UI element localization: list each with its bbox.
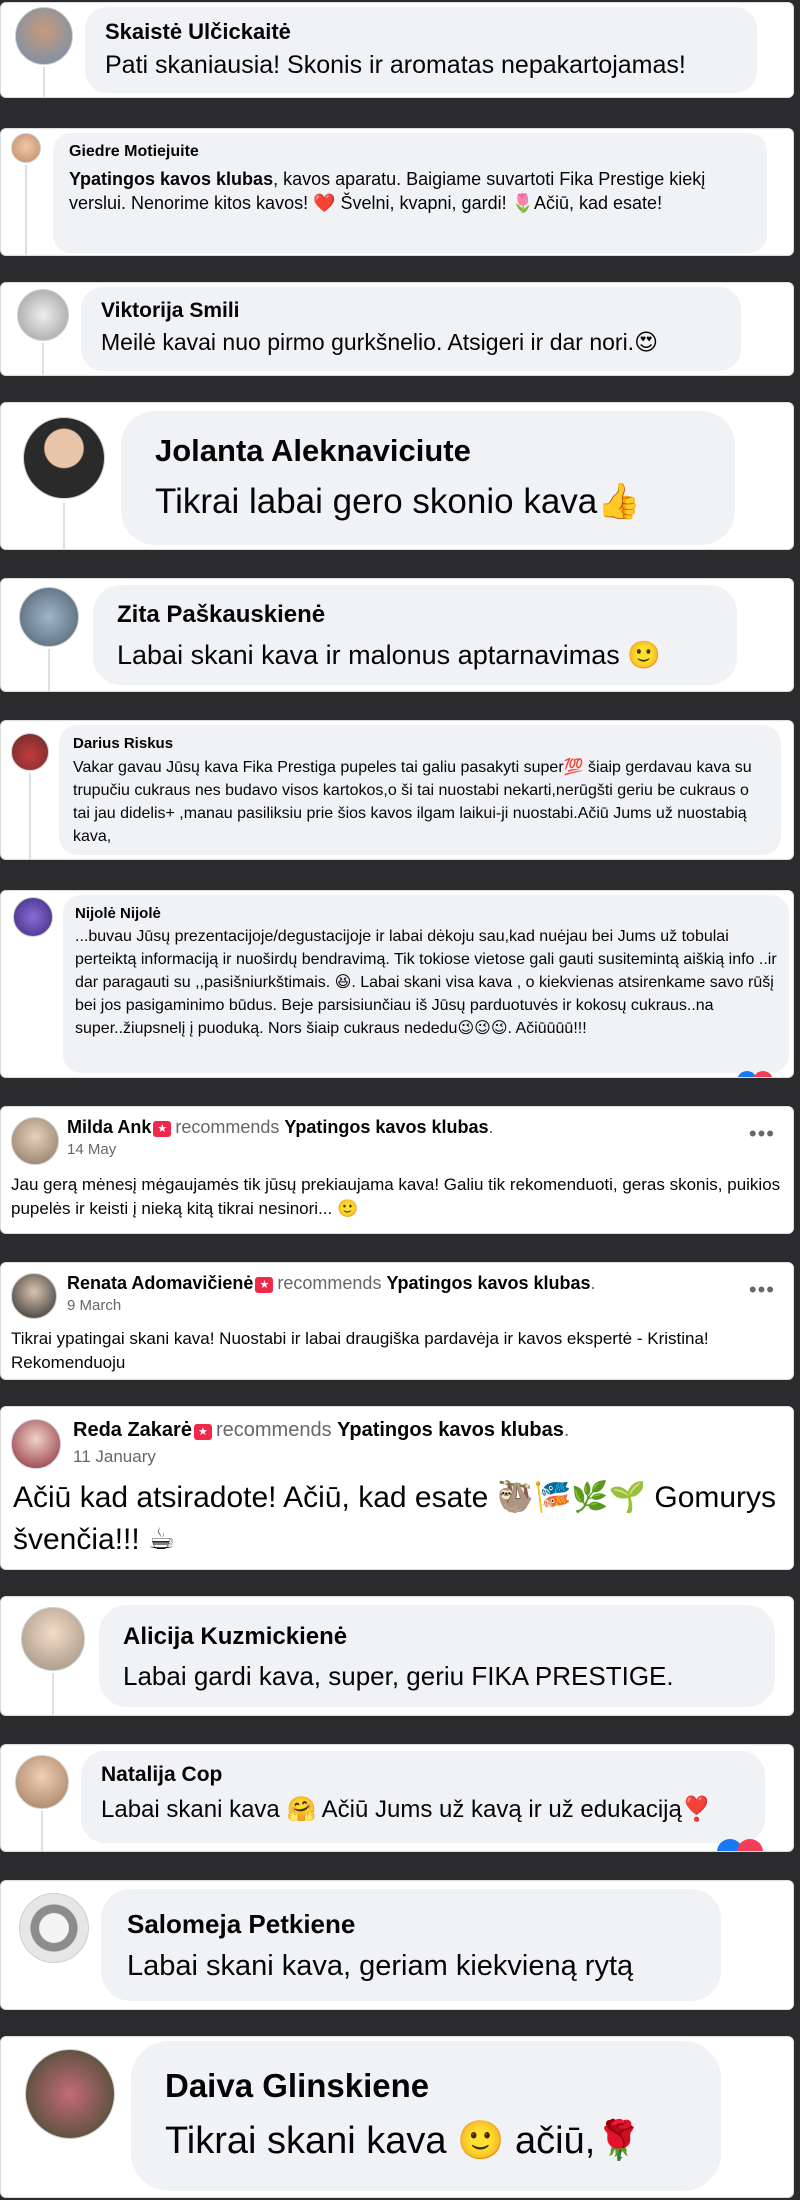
- thread-line: [25, 165, 27, 255]
- comment-card: Nijolė Nijolė ...buvau Jūsų prezentacijo…: [0, 890, 794, 1078]
- review-text: Tikrai ypatingai skani kava! Nuostabi ir…: [11, 1329, 709, 1372]
- comment-text: Labai skani kava ir malonus aptarnavimas…: [117, 640, 661, 670]
- recommend-badge-icon: ★: [255, 1277, 274, 1293]
- avatar[interactable]: [23, 417, 105, 499]
- recommendation-header: Renata Adomavičienė ★ recommends Ypatingos…: [67, 1273, 596, 1293]
- love-reaction-icon[interactable]: [737, 1839, 763, 1851]
- avatar[interactable]: [15, 7, 73, 65]
- commenter-name[interactable]: Nijolė Nijolė: [75, 905, 777, 922]
- comment-bubble: Salomeja Petkiene Labai skani kava, geri…: [101, 1889, 721, 2001]
- page-link[interactable]: Ypatingos kavos klubas: [386, 1273, 590, 1293]
- avatar[interactable]: [15, 1755, 69, 1809]
- comment-card: Viktorija Smili Meilė kavai nuo pirmo gu…: [0, 282, 794, 376]
- comment-text: Labai skani kava, geriam kiekvieną rytą: [127, 1950, 634, 1982]
- avatar[interactable]: [13, 897, 53, 937]
- comment-text: Meilė kavai nuo pirmo gurkšnelio. Atsige…: [101, 329, 659, 355]
- commenter-name[interactable]: Alicija Kuzmickienė: [123, 1623, 751, 1651]
- avatar[interactable]: [25, 2049, 115, 2139]
- comment-bubble: Daiva Glinskiene Tikrai skani kava 🙂 ači…: [131, 2041, 721, 2191]
- commenter-name[interactable]: Zita Paškauskienė: [117, 601, 713, 629]
- comment-card: Natalija Cop Labai skani kava 🤗 Ačiū Jum…: [0, 1744, 794, 1852]
- commenter-name[interactable]: Jolanta Aleknaviciute: [155, 433, 701, 469]
- page-mention[interactable]: Ypatingos kavos klubas: [69, 169, 273, 189]
- comment-bubble: Jolanta Aleknaviciute Tikrai labai gero …: [121, 411, 735, 545]
- thread-line: [29, 773, 31, 859]
- comment-text: Ypatingos kavos klubas, kavos aparatu. B…: [69, 169, 706, 213]
- comment-bubble: Nijolė Nijolė ...buvau Jūsų prezentacijo…: [63, 895, 789, 1073]
- thread-line: [52, 1673, 54, 1715]
- comment-bubble: Skaistė Ulčickaitė Pati skaniausia! Skon…: [85, 7, 757, 93]
- comment-text: Pati skaniausia! Skonis ir aromatas nepa…: [105, 51, 686, 79]
- recommendation-card: Milda Ank ★ recommends Ypatingos kavos klu…: [0, 1106, 794, 1234]
- thread-line: [41, 1811, 43, 1851]
- comment-bubble: Natalija Cop Labai skani kava 🤗 Ačiū Jum…: [81, 1751, 765, 1843]
- reviewer-name[interactable]: Renata Adomavičienė: [67, 1273, 253, 1293]
- comment-text: Tikrai skani kava 🙂 ačiū,🌹: [165, 2120, 643, 2162]
- avatar[interactable]: [19, 587, 79, 647]
- thread-line: [42, 343, 44, 375]
- avatar[interactable]: [17, 289, 69, 341]
- comment-card: Zita Paškauskienė Labai skani kava ir ma…: [0, 578, 794, 692]
- thread-line: [63, 503, 65, 549]
- comment-text: Vakar gavau Jūsų kava Fika Prestiga pupe…: [73, 759, 752, 845]
- comment-bubble: Darius Riskus Vakar gavau Jūsų kava Fika…: [59, 725, 781, 855]
- avatar[interactable]: [11, 733, 49, 771]
- avatar[interactable]: [21, 1607, 85, 1671]
- recommendation-card: Reda Zakarė ★ recommends Ypatingos kavos k…: [0, 1406, 794, 1570]
- recommendation-header: Reda Zakarė ★ recommends Ypatingos kavos k…: [73, 1419, 570, 1441]
- review-date[interactable]: 14 May: [67, 1141, 116, 1158]
- reviewer-name[interactable]: Milda Ank: [67, 1117, 151, 1137]
- commenter-name[interactable]: Viktorija Smili: [101, 299, 721, 323]
- comment-text: Labai skani kava 🤗 Ačiū Jums už kavą ir …: [101, 1796, 712, 1823]
- comment-card: Salomeja Petkiene Labai skani kava, geri…: [0, 1880, 794, 2010]
- commenter-name[interactable]: Daiva Glinskiene: [165, 2067, 687, 2105]
- review-date[interactable]: 9 March: [67, 1297, 121, 1314]
- recommendation-card: Renata Adomavičienė ★ recommends Ypatingos…: [0, 1262, 794, 1380]
- comment-card: Daiva Glinskiene Tikrai skani kava 🙂 ači…: [0, 2036, 794, 2198]
- comment-bubble: Zita Paškauskienė Labai skani kava ir ma…: [93, 585, 737, 685]
- review-text: Ačiū kad atsiradote! Ačiū, kad esate 🦥🎏🌿…: [13, 1481, 777, 1556]
- comment-bubble: Alicija Kuzmickienė Labai gardi kava, su…: [99, 1605, 775, 1707]
- comment-card: Giedre Motiejuite Ypatingos kavos klubas…: [0, 128, 794, 256]
- recommendation-header: Milda Ank ★ recommends Ypatingos kavos klu…: [67, 1117, 494, 1137]
- review-text: Jau gerą mėnesį mėgaujamės tik jūsų prek…: [11, 1175, 781, 1218]
- avatar[interactable]: [11, 1117, 59, 1165]
- commenter-name[interactable]: Natalija Cop: [101, 1763, 745, 1787]
- thread-line: [48, 649, 50, 691]
- comment-bubble: Giedre Motiejuite Ypatingos kavos klubas…: [53, 133, 767, 253]
- page-link[interactable]: Ypatingos kavos klubas: [284, 1117, 488, 1137]
- more-options-icon[interactable]: •••: [749, 1121, 775, 1147]
- commenter-name[interactable]: Salomeja Petkiene: [127, 1909, 695, 1940]
- avatar[interactable]: [19, 1893, 89, 1963]
- comment-card: Skaistė Ulčickaitė Pati skaniausia! Skon…: [0, 2, 794, 98]
- comment-card: Darius Riskus Vakar gavau Jūsų kava Fika…: [0, 720, 794, 860]
- reviewer-name[interactable]: Reda Zakarė: [73, 1419, 192, 1441]
- commenter-name[interactable]: Darius Riskus: [73, 735, 767, 752]
- comment-card: Jolanta Aleknaviciute Tikrai labai gero …: [0, 402, 794, 550]
- commenter-name[interactable]: Giedre Motiejuite: [69, 143, 751, 161]
- more-options-icon[interactable]: •••: [749, 1277, 775, 1303]
- thread-line: [43, 67, 45, 97]
- comment-card: Alicija Kuzmickienė Labai gardi kava, su…: [0, 1596, 794, 1716]
- avatar[interactable]: [11, 133, 41, 163]
- avatar[interactable]: [11, 1273, 57, 1319]
- comment-text: ...buvau Jūsų prezentacijoje/degustacijo…: [75, 928, 777, 1037]
- recommend-badge-icon: ★: [153, 1121, 172, 1137]
- commenter-name[interactable]: Skaistė Ulčickaitė: [105, 19, 737, 45]
- page-link[interactable]: Ypatingos kavos klubas: [337, 1419, 564, 1441]
- review-date[interactable]: 11 January: [73, 1447, 156, 1467]
- avatar[interactable]: [11, 1419, 61, 1469]
- comment-bubble: Viktorija Smili Meilė kavai nuo pirmo gu…: [81, 287, 741, 371]
- recommend-badge-icon: ★: [193, 1424, 212, 1440]
- comment-text: Tikrai labai gero skonio kava👍: [155, 482, 641, 521]
- comment-text: Labai gardi kava, super, geriu FIKA PRES…: [123, 1661, 674, 1691]
